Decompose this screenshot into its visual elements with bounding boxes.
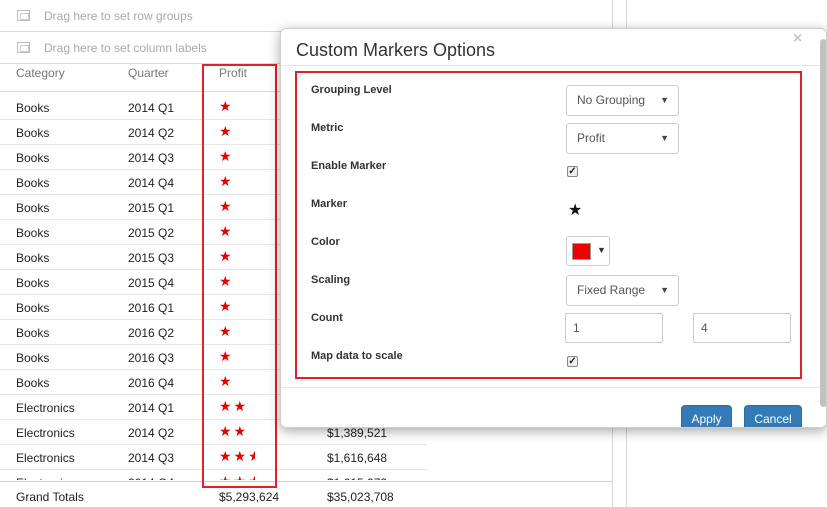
row-groups-placeholder: Drag here to set row groups (44, 8, 193, 23)
dialog-title: Custom Markers Options (296, 40, 496, 60)
sales-cell: $1,389,521 (327, 426, 388, 440)
profit-column-highlight (202, 64, 277, 488)
category-cell: Books (16, 151, 50, 165)
color-swatch (572, 243, 591, 260)
map-data-checkbox[interactable]: ✓ (567, 356, 578, 367)
apply-button[interactable]: Apply (681, 405, 732, 427)
category-cell: Books (16, 176, 50, 190)
column-labels-placeholder: Drag here to set column labels (44, 40, 207, 55)
grouping-level-label: Grouping Level (311, 84, 392, 96)
quarter-cell: 2014 Q1 (128, 101, 175, 115)
quarter-cell: 2016 Q2 (128, 326, 175, 340)
category-cell: Books (16, 301, 50, 315)
color-picker[interactable]: ▼ (566, 236, 610, 266)
count-label: Count (311, 312, 343, 324)
category-cell: Books (16, 126, 50, 140)
quarter-cell: 2014 Q4 (128, 476, 174, 480)
close-icon[interactable]: × (793, 30, 802, 48)
category-cell: Books (16, 326, 50, 340)
category-cell: Electronics (16, 426, 75, 440)
quarter-cell: 2014 Q4 (128, 176, 175, 190)
metric-value: Profit (577, 131, 606, 145)
enable-marker-checkbox[interactable]: ✓ (567, 166, 578, 177)
quarter-cell: 2014 Q3 (128, 151, 175, 165)
category-cell: Electronics (16, 451, 75, 465)
quarter-cell: 2014 Q2 (128, 126, 175, 140)
quarter-cell: 2015 Q2 (128, 226, 175, 240)
marker-label: Marker (311, 198, 348, 210)
category-cell: Electronics (16, 401, 75, 415)
quarter-cell: 2016 Q4 (128, 376, 175, 390)
chevron-down-icon: ▼ (660, 133, 669, 143)
grand-totals-row: Grand Totals $5,293,624 $35,023,708 (0, 481, 612, 507)
dialog-header-divider (281, 65, 826, 66)
grouping-level-value: No Grouping (577, 93, 646, 107)
row-groups-icon (17, 10, 30, 21)
category-cell: Electronics (16, 476, 75, 480)
grand-totals-label: Grand Totals (16, 490, 84, 504)
count-min-input[interactable]: 1 (565, 313, 663, 343)
count-max-input[interactable]: 4 (693, 313, 791, 343)
column-labels-icon (17, 42, 30, 53)
metric-label: Metric (311, 122, 344, 134)
quarter-cell: 2015 Q4 (128, 276, 175, 290)
category-cell: Books (16, 351, 50, 365)
category-cell: Books (16, 276, 50, 290)
chevron-down-icon: ▼ (660, 285, 669, 295)
category-cell: Books (16, 101, 50, 115)
sales-cell: $1,615,072 (327, 476, 387, 480)
category-cell: Books (16, 201, 50, 215)
dialog-scrollbar[interactable] (820, 39, 826, 407)
column-header-quarter[interactable]: Quarter (128, 66, 169, 80)
custom-markers-dialog: Custom Markers Options × Grouping Level … (280, 28, 827, 428)
chevron-down-icon: ▼ (660, 95, 669, 105)
column-header-category[interactable]: Category (16, 66, 65, 80)
dialog-footer-divider (281, 387, 826, 388)
chevron-down-icon: ▼ (597, 245, 606, 255)
scaling-select[interactable]: Fixed Range ▼ (566, 275, 679, 306)
grand-totals-sales: $35,023,708 (327, 490, 394, 504)
category-cell: Books (16, 226, 50, 240)
scaling-label: Scaling (311, 274, 351, 286)
enable-marker-label: Enable Marker (311, 160, 387, 172)
color-label: Color (311, 236, 340, 248)
quarter-cell: 2014 Q2 (128, 426, 175, 440)
grouping-level-select[interactable]: No Grouping ▼ (566, 85, 679, 116)
star-icon[interactable]: ★ (568, 200, 582, 220)
quarter-cell: 2016 Q3 (128, 351, 175, 365)
category-cell: Books (16, 376, 50, 390)
quarter-cell: 2014 Q3 (128, 451, 175, 465)
sales-cell: $1,616,648 (327, 451, 388, 465)
grand-totals-profit: $5,293,624 (219, 490, 280, 504)
category-cell: Books (16, 251, 50, 265)
quarter-cell: 2014 Q1 (128, 401, 175, 415)
quarter-cell: 2015 Q1 (128, 201, 175, 215)
quarter-cell: 2016 Q1 (128, 301, 175, 315)
metric-select[interactable]: Profit ▼ (566, 123, 679, 154)
map-data-label: Map data to scale (311, 350, 403, 362)
scaling-value: Fixed Range (577, 283, 646, 297)
quarter-cell: 2015 Q3 (128, 251, 175, 265)
cancel-button[interactable]: Cancel (744, 405, 802, 427)
